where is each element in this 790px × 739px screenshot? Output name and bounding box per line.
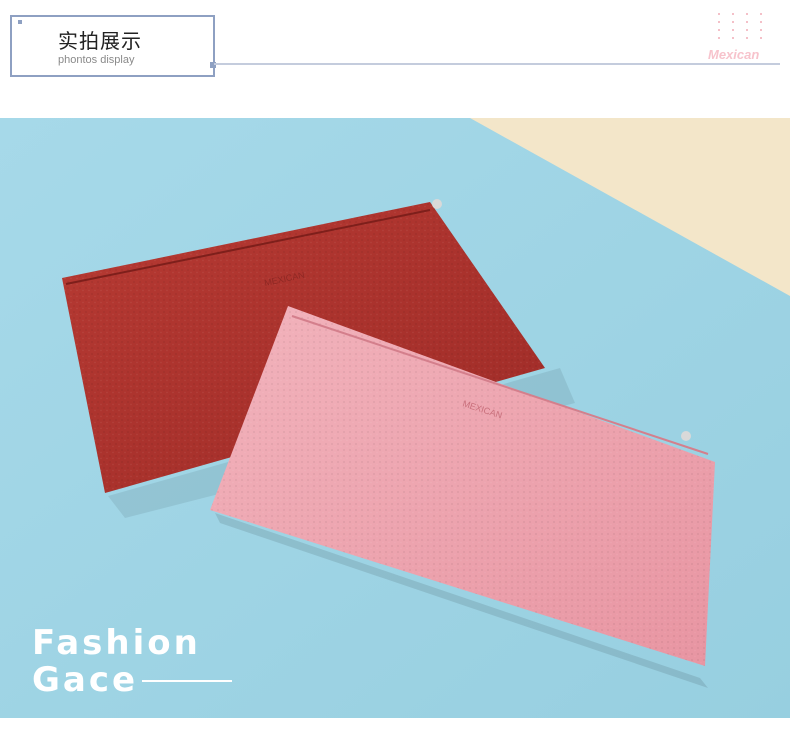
header-divider [214, 63, 780, 65]
grid-dot [760, 29, 762, 31]
dot-grid-decoration [718, 13, 766, 41]
grid-dot [746, 37, 748, 39]
corner-dot [18, 20, 22, 24]
grid-dot [746, 21, 748, 23]
pink-wallet-zipper-pull [681, 431, 691, 441]
brand-logo: Mexican [708, 47, 760, 62]
grid-dot [718, 29, 720, 31]
caption-fashion: Fashion [32, 623, 201, 663]
footer-spacer [0, 718, 790, 739]
grid-dot [732, 13, 734, 15]
caption-underline [142, 680, 232, 682]
grid-dot [746, 13, 748, 15]
grid-dot [760, 13, 762, 15]
header: 实拍展示 phontos display Mexican [0, 0, 790, 118]
section-subtitle: phontos display [58, 54, 135, 66]
grid-dot [746, 29, 748, 31]
grid-dot [760, 21, 762, 23]
grid-dot [732, 37, 734, 39]
caption-gace: Gace [32, 660, 139, 700]
grid-dot [718, 13, 720, 15]
grid-dot [732, 21, 734, 23]
section-title: 实拍展示 [58, 29, 142, 53]
grid-dot [718, 37, 720, 39]
grid-dot [732, 29, 734, 31]
grid-dot [718, 21, 720, 23]
red-wallet-zipper-pull [432, 199, 442, 209]
grid-dot [760, 37, 762, 39]
